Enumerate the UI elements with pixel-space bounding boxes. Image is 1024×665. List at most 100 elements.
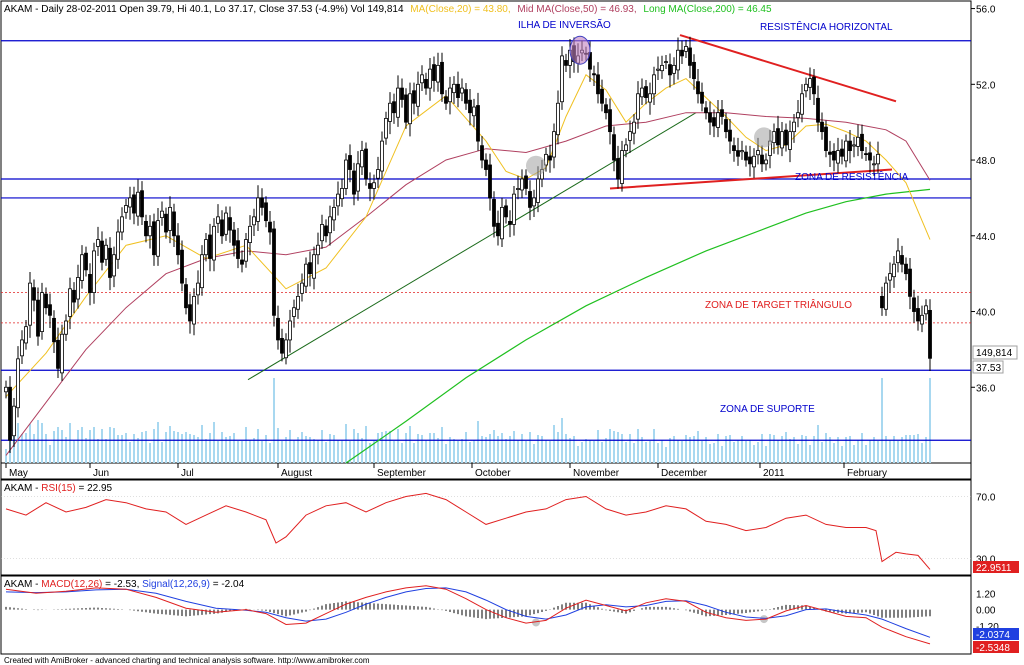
volume-bar	[341, 440, 343, 463]
candle-body	[444, 96, 448, 104]
volume-bar	[65, 437, 67, 463]
volume-bar	[657, 443, 659, 463]
candle-body	[276, 317, 280, 341]
candle-body	[108, 247, 112, 278]
volume-bar	[265, 435, 267, 463]
stock-chart: 36.040.044.048.052.056.030.070.01.200.00…	[0, 0, 1019, 665]
candle-body	[156, 220, 160, 257]
candle-body	[924, 305, 928, 315]
candle-body	[800, 93, 804, 115]
candle-body	[680, 49, 684, 57]
volume-bar	[505, 439, 507, 463]
candle-body	[928, 309, 932, 359]
candle-body	[152, 221, 156, 256]
header-symbol: AKAM - Daily 28-02-2011 Open 39.79, Hi 4…	[4, 4, 404, 15]
candle-body	[476, 105, 480, 142]
candle-body	[816, 97, 820, 123]
candle-body	[148, 225, 152, 237]
candle-body	[852, 144, 856, 147]
volume-bar	[81, 427, 83, 463]
volume-bar	[101, 429, 103, 463]
volume-bar	[221, 432, 223, 463]
candle-body	[684, 46, 688, 52]
volume-bar	[185, 432, 187, 463]
volume-bar	[521, 434, 523, 463]
volume-bar	[769, 434, 771, 463]
candle-body	[864, 153, 868, 156]
candle-body	[72, 289, 76, 303]
macd-badge: -2.5348	[976, 643, 1010, 654]
candle-body	[508, 220, 512, 225]
volume-bar	[469, 442, 471, 463]
candle-body	[60, 333, 64, 374]
svg-text:AKAM - Daily 28-02-2011 Open 3: AKAM - Daily 28-02-2011 Open 39.79, Hi 4…	[4, 4, 772, 15]
annotation-zona-suporte: ZONA DE SUPORTE	[720, 404, 815, 415]
candle-body	[268, 221, 272, 233]
candle-body	[280, 338, 284, 354]
candle-body	[392, 101, 396, 114]
volume-bar	[773, 435, 775, 463]
volume-bar	[441, 427, 443, 463]
candle-body	[840, 148, 844, 157]
volume-bar	[905, 435, 907, 463]
candle-body	[44, 293, 48, 309]
candle-body	[696, 81, 700, 95]
volume-bar	[737, 440, 739, 463]
volume-bar	[261, 441, 263, 463]
candle-body	[452, 83, 456, 94]
footer-credit: Created with AmiBroker - advanced charti…	[4, 656, 370, 665]
candle-body	[428, 68, 432, 89]
volume-bar	[845, 437, 847, 463]
close-badge: 37.53	[976, 363, 1001, 374]
volume-bar	[685, 435, 687, 463]
volume-bar	[501, 433, 503, 463]
volume-bar	[253, 438, 255, 463]
volume-bar	[877, 441, 879, 463]
volume-bar	[73, 440, 75, 463]
candle-body	[464, 89, 468, 104]
candle-body	[220, 219, 224, 237]
price-tick-label: 48.0	[976, 156, 996, 167]
volume-bar	[525, 441, 527, 463]
volume-bar	[337, 440, 339, 463]
month-label: Jul	[181, 468, 194, 479]
volume-bar	[109, 427, 111, 463]
candle-body	[760, 154, 764, 165]
candle-body	[236, 240, 240, 259]
candle-body	[728, 129, 732, 142]
candle-body	[860, 133, 864, 151]
candle-body	[408, 93, 412, 125]
price-tick-label: 56.0	[976, 5, 996, 16]
candle-body	[36, 299, 40, 337]
candle-body	[764, 159, 768, 165]
volume-bar	[565, 434, 567, 463]
volume-bar	[345, 424, 347, 463]
candle-body	[328, 216, 332, 234]
candle-body	[188, 304, 192, 322]
volume-badge: 149,814	[976, 348, 1013, 359]
volume-bar	[825, 433, 827, 463]
volume-bar	[413, 443, 415, 463]
candle-body	[68, 288, 72, 317]
candle-body	[424, 78, 428, 89]
candle-body	[732, 145, 736, 151]
volume-bar	[853, 445, 855, 463]
candle-body	[264, 202, 268, 222]
candle-body	[808, 78, 812, 88]
candle-body	[560, 55, 564, 103]
candle-body	[644, 86, 648, 98]
macd-tick-label: 0.00	[976, 606, 996, 617]
candle-body	[640, 87, 644, 98]
candle-body	[604, 104, 608, 114]
candle-body	[716, 112, 720, 128]
candle-body	[776, 128, 780, 146]
volume-bar	[133, 434, 135, 463]
candle-body	[356, 163, 360, 192]
candle-body	[836, 150, 840, 164]
candle-body	[80, 254, 84, 281]
candle-body	[96, 239, 100, 247]
volume-bar	[249, 440, 251, 463]
volume-bar	[889, 440, 891, 463]
volume-bar	[881, 378, 883, 463]
volume-bar	[785, 432, 787, 463]
